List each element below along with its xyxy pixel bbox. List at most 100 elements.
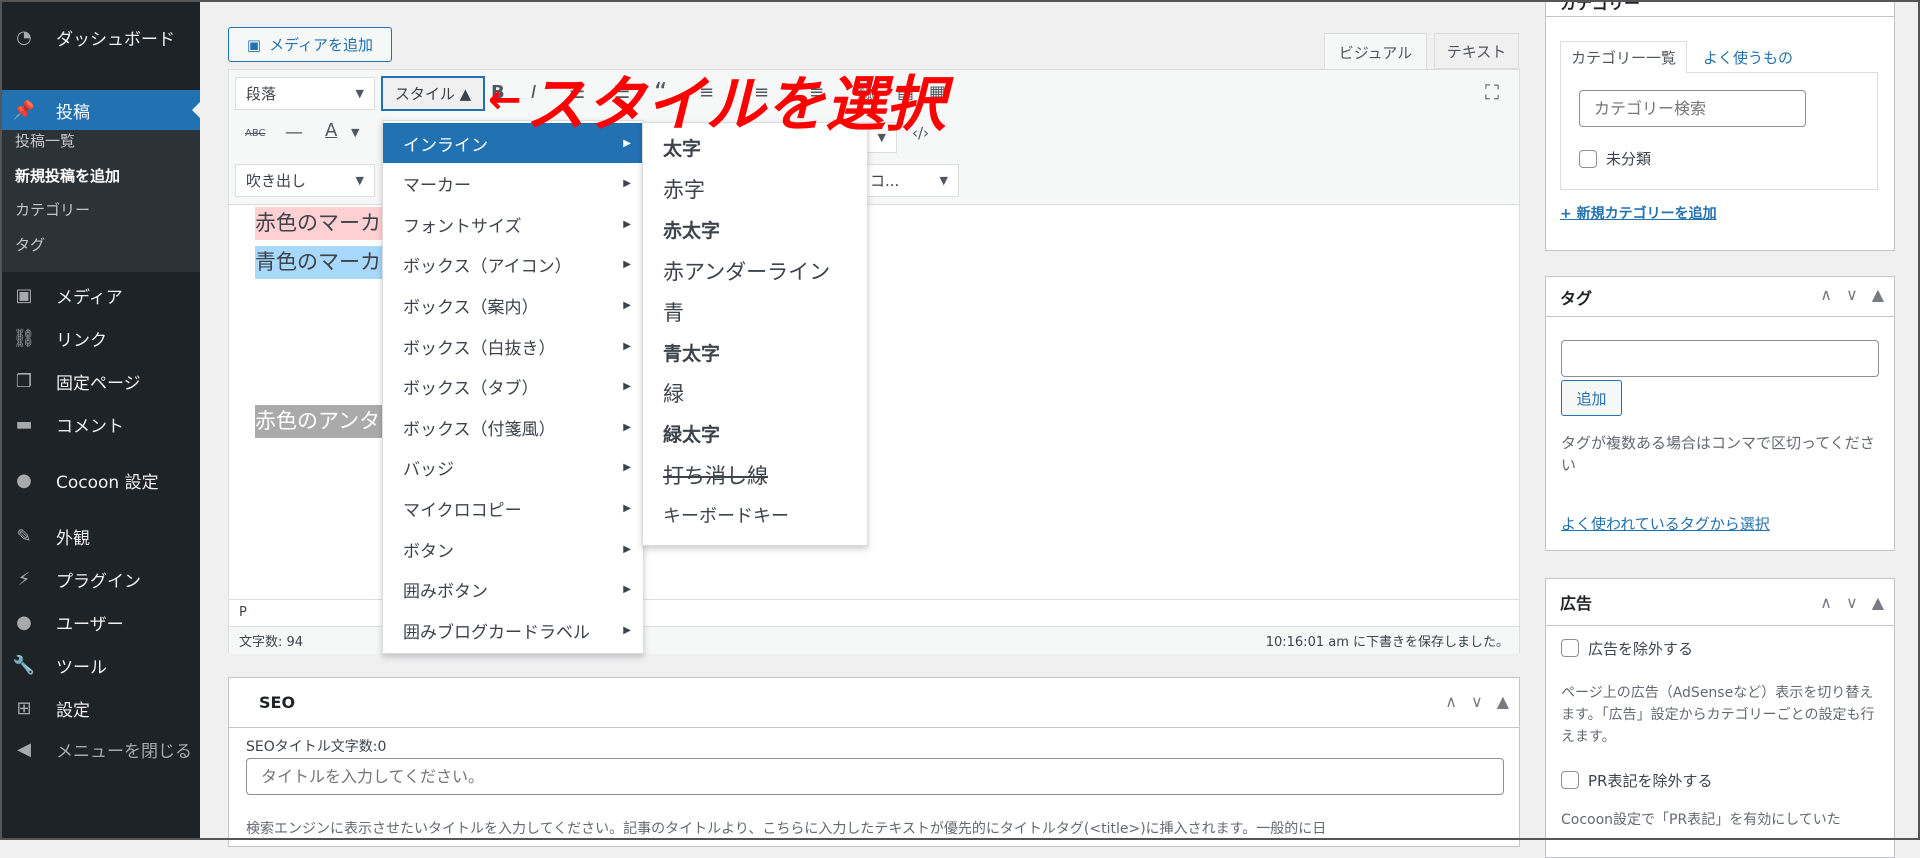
inline-menu-item[interactable]: キーボードキー	[663, 497, 789, 537]
sidebar-item[interactable]: ▬ コメント	[0, 404, 200, 444]
inline-menu-item[interactable]: 青太字	[663, 334, 720, 374]
sidebar-item[interactable]: ❐ 固定ページ	[0, 361, 200, 401]
style-menu-item[interactable]: ボックス（タブ） ▶	[383, 367, 643, 407]
sidebar-item[interactable]: ◔ ダッシュボード	[0, 17, 200, 57]
sidebar-item[interactable]: ⛓ リンク	[0, 318, 200, 358]
tags-help: タグが複数ある場合はコンマで区切ってください	[1561, 434, 1875, 474]
style-menu-item[interactable]: 囲みボタン ▶	[383, 570, 643, 610]
sidebar-item[interactable]: 📌 投稿	[0, 90, 200, 130]
sidebar-item[interactable]: ▣ メディア	[0, 275, 200, 315]
sidebar-item-label: ツール	[56, 657, 107, 678]
sidebar-item[interactable]: ● ユーザー	[0, 602, 200, 642]
exclude-pr-checkbox[interactable]	[1561, 771, 1579, 789]
seo-count-label: SEOタイトル文字数:0	[246, 739, 387, 755]
comment-icon: ▬	[15, 413, 33, 435]
chevron-right-icon: ▶	[623, 584, 631, 596]
inline-menu-item[interactable]: 打ち消し線	[663, 456, 768, 496]
submenu-item[interactable]: 投稿一覧	[15, 130, 75, 151]
sidebar-item[interactable]: ✎ 外観	[0, 516, 200, 556]
seo-title-input[interactable]	[246, 758, 1504, 795]
move-up-icon[interactable]: ∧	[1820, 285, 1832, 304]
style-menu-item[interactable]: ボックス（案内） ▶	[383, 285, 643, 325]
sidebar-item[interactable]: 🔧 ツール	[0, 645, 200, 685]
style-button[interactable]: スタイル ▲	[381, 76, 485, 111]
add-category-link[interactable]: + 新規カテゴリーを追加	[1560, 203, 1717, 223]
sidebar-item-label: 固定ページ	[56, 373, 141, 394]
inline-menu-item[interactable]: 青	[663, 293, 684, 333]
tab-text[interactable]: テキスト	[1434, 33, 1519, 69]
choose-tags-link[interactable]: よく使われているタグから選択	[1561, 513, 1770, 534]
category-checkbox[interactable]	[1579, 150, 1597, 168]
style-menu-item[interactable]: フォントサイズ ▶	[383, 204, 643, 244]
inline-menu-item[interactable]: 緑	[663, 374, 684, 414]
pin-icon: 📌	[12, 99, 36, 121]
chevron-right-icon: ▶	[623, 299, 631, 311]
seo-box: SEO ∧ ∨ ▲ SEOタイトル文字数:0 検索エンジンに表示させたいタイトルを入…	[228, 677, 1520, 847]
chevron-right-icon: ▶	[623, 624, 631, 636]
sidebar-item[interactable]: ● Cocoon 設定	[0, 460, 200, 500]
chevron-right-icon: ▶	[623, 259, 631, 271]
save-status: 10:16:01 am に下書きを保存しました。	[1265, 635, 1509, 650]
collapse-toggle-icon[interactable]: ▲	[1497, 692, 1509, 711]
marker-blue-text[interactable]: 青色のマーカ	[255, 246, 385, 279]
tab-popular-categories[interactable]: よく使うもの	[1703, 47, 1793, 68]
style-menu-item[interactable]: ボックス（白抜き） ▶	[383, 326, 643, 366]
exclude-ads-checkbox[interactable]	[1561, 639, 1579, 657]
style-menu-item[interactable]: マイクロコピー ▶	[383, 488, 643, 528]
format-select[interactable]: 段落 ▼	[235, 77, 375, 110]
style-menu-item[interactable]: ボタン ▶	[383, 529, 643, 569]
add-media-button[interactable]: ▣ メディアを追加	[228, 27, 392, 62]
inline-menu-item[interactable]: 緑太字	[663, 415, 720, 455]
move-up-icon[interactable]: ∧	[1820, 593, 1832, 612]
style-menu-item[interactable]: マーカー ▶	[383, 164, 643, 204]
collapse-toggle-icon[interactable]: ▲	[1872, 285, 1884, 304]
plugin-icon: ⚡	[17, 568, 31, 590]
submenu-item[interactable]: カテゴリー	[15, 199, 90, 220]
chevron-right-icon: ▶	[623, 543, 631, 555]
chevron-down-icon: ▼	[939, 174, 948, 187]
fullscreen-icon[interactable]: ⛶	[1485, 80, 1499, 104]
category-search-input[interactable]	[1579, 90, 1806, 127]
sidebar-item-label: コメント	[56, 416, 124, 437]
text-color-icon[interactable]: A	[325, 120, 337, 141]
submenu-item[interactable]: 新規投稿を追加	[15, 165, 120, 186]
inline-menu-item[interactable]: 赤太字	[663, 211, 720, 251]
add-tag-button[interactable]: 追加	[1561, 380, 1622, 416]
collapse-toggle-icon[interactable]: ▲	[1872, 593, 1884, 612]
sidebar-item[interactable]: ⚡ プラグイン	[0, 559, 200, 599]
move-down-icon[interactable]: ∨	[1471, 692, 1483, 711]
move-up-icon[interactable]: ∧	[1445, 692, 1457, 711]
underline-text[interactable]: 赤色のアンタ	[255, 405, 385, 438]
style-dropdown-menu: インライン ▶ マーカー ▶ フォントサイズ ▶ ボックス（アイコン） ▶ ボックス（案内） ▶ ボ…	[382, 120, 644, 654]
cocoon-icon: ●	[16, 469, 32, 491]
chevron-down-icon: ▼	[355, 87, 364, 100]
balloon-select[interactable]: 吹き出し ▼	[235, 164, 375, 197]
style-menu-item[interactable]: ボックス（アイコン） ▶	[383, 245, 643, 285]
seo-help: 検索エンジンに表示させたいタイトルを入力してください。記事のタイトルより、こちら…	[246, 821, 1327, 837]
media-icon: ▣	[15, 284, 33, 306]
chevron-right-icon: ▶	[623, 218, 631, 230]
inline-menu-item[interactable]: 赤アンダーライン	[663, 252, 830, 292]
horizontal-line-icon[interactable]: —	[285, 122, 303, 143]
sidebar-item[interactable]: ⊞ 設定	[0, 688, 200, 728]
tab-visual[interactable]: ビジュアル	[1324, 33, 1427, 70]
style-menu-item[interactable]: 囲みブログカードラベル ▶	[383, 610, 643, 650]
chevron-right-icon: ▶	[623, 502, 631, 514]
sidebar-item-label: 外観	[56, 528, 90, 549]
strikethrough-icon[interactable]: ABC	[245, 128, 266, 139]
style-menu-item[interactable]: バッジ ▶	[383, 448, 643, 488]
tag-input[interactable]	[1561, 340, 1879, 377]
inline-menu-item[interactable]: 赤字	[663, 170, 705, 210]
tab-all-categories[interactable]: カテゴリー一覧	[1560, 41, 1687, 73]
sidebar-item-label: メディア	[56, 287, 123, 308]
move-down-icon[interactable]: ∨	[1846, 285, 1858, 304]
marker-red-text[interactable]: 赤色のマーカ	[255, 207, 385, 240]
sidebar-item-label: メニューを閉じる	[56, 741, 192, 762]
move-down-icon[interactable]: ∨	[1846, 593, 1858, 612]
style-menu-item[interactable]: ボックス（付箋風） ▶	[383, 407, 643, 447]
sidebar-item-label: 設定	[56, 700, 90, 721]
sidebar-item-label: Cocoon 設定	[56, 472, 159, 493]
sidebar-item[interactable]: ◀ メニューを閉じる	[0, 729, 200, 769]
submenu-item[interactable]: タグ	[15, 234, 45, 255]
chevron-down-icon[interactable]: ▼	[351, 126, 359, 139]
